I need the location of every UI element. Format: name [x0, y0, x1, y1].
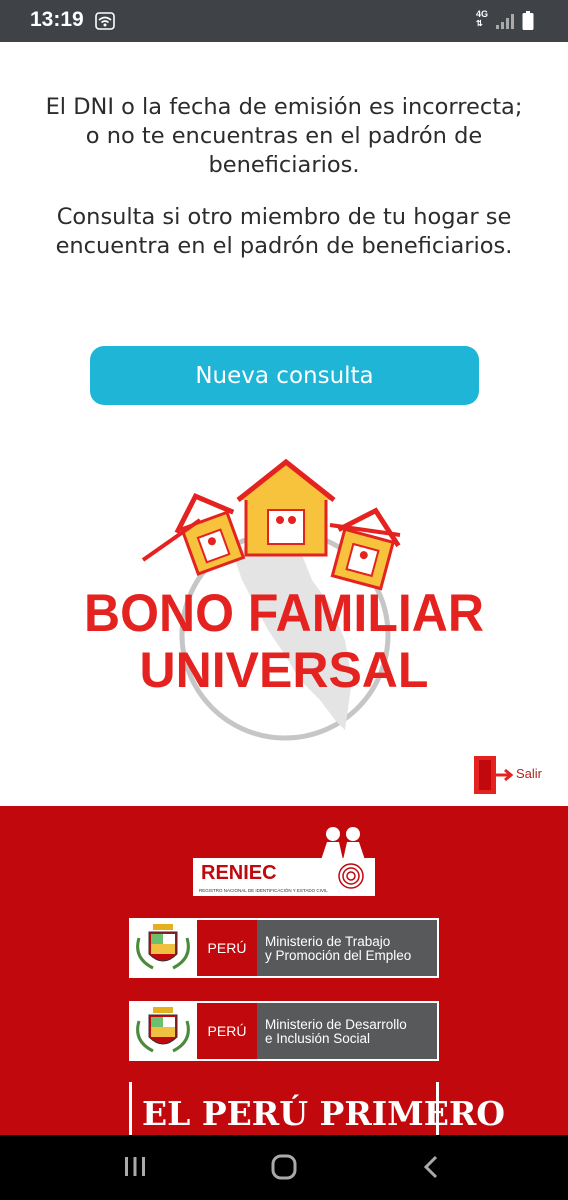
reniec-subtitle: REGISTRO NACIONAL DE IDENTIFICACIÓN Y ES…	[199, 888, 328, 893]
back-icon[interactable]	[420, 1153, 444, 1185]
peru-coat-of-arms-icon	[136, 924, 190, 970]
new-query-button[interactable]: Nueva consulta	[90, 346, 479, 405]
ministry-trabajo-logo: PERÚ Ministerio de Trabajo y Promoción d…	[129, 918, 439, 978]
reniec-figures-icon	[321, 827, 365, 860]
hint-message: Consulta si otro miembro de tu hogar se …	[55, 204, 513, 259]
error-message: El DNI o la fecha de emisión es incorrec…	[45, 94, 523, 178]
peru-label: PERÚ	[197, 1001, 257, 1061]
recent-apps-icon[interactable]	[122, 1153, 148, 1183]
navigation-bar	[0, 1135, 568, 1200]
logo-title-line2: UNIVERSAL	[139, 642, 429, 698]
exit-label: Salir	[516, 766, 543, 781]
status-time: 13:19	[30, 8, 84, 31]
ministry-desarrollo-name: Ministerio de Desarrollo e Inclusión Soc…	[257, 1001, 439, 1061]
peru-label: PERÚ	[197, 918, 257, 978]
reniec-logo: RENIEC REGISTRO NACIONAL DE IDENTIFICACI…	[193, 826, 375, 896]
ministry-trabajo-name: Ministerio de Trabajo y Promoción del Em…	[257, 918, 439, 978]
exit-icon	[472, 755, 514, 799]
network-type-label: 4G ⇅	[476, 9, 489, 29]
reniec-name: RENIEC	[201, 862, 277, 884]
exit-link[interactable]: Salir	[472, 755, 552, 795]
battery-icon	[522, 11, 534, 35]
peru-primero-slogan: EL PERÚ PRIMERO	[142, 1094, 506, 1133]
logo-title-line1: BONO FAMILIAR	[84, 583, 484, 643]
status-bar: 13:19 4G ⇅	[0, 0, 568, 42]
peru-coat-of-arms-icon	[136, 1007, 190, 1053]
home-icon[interactable]	[270, 1153, 298, 1185]
peru-primero-logo: EL PERÚ PRIMERO	[129, 1082, 505, 1136]
footer-institutions: RENIEC REGISTRO NACIONAL DE IDENTIFICACI…	[0, 806, 568, 1136]
ministry-desarrollo-logo: PERÚ Ministerio de Desarrollo e Inclusió…	[129, 1001, 439, 1061]
wifi-icon	[95, 12, 115, 34]
signal-icon	[495, 12, 515, 34]
